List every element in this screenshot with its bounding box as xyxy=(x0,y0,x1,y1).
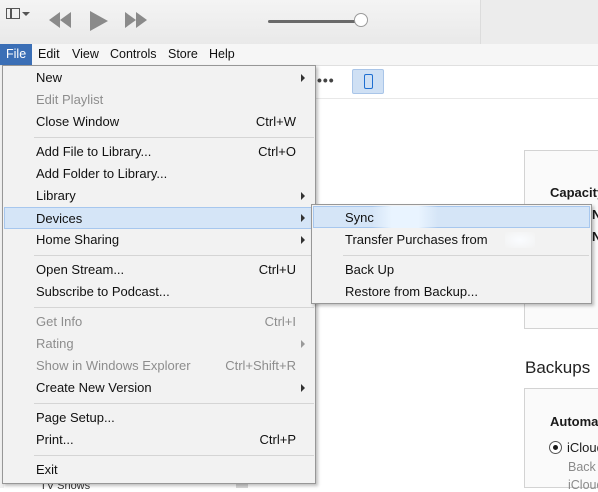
menu-separator xyxy=(34,403,314,404)
menu-item-label: Page Setup... xyxy=(36,410,115,425)
chevron-right-icon xyxy=(301,214,305,222)
chevron-down-icon[interactable] xyxy=(22,12,30,16)
menu-separator xyxy=(34,137,314,138)
shortcut-label: Ctrl+P xyxy=(259,432,296,447)
menu-item-exit[interactable]: Exit xyxy=(4,459,314,481)
menu-item-label: Add Folder to Library... xyxy=(36,166,168,181)
menu-item-label: Back Up xyxy=(345,262,395,277)
shortcut-label: Ctrl+W xyxy=(255,114,296,129)
menu-item-close-window[interactable]: Close Window Ctrl+W xyxy=(4,111,314,133)
menu-item-label: Home Sharing xyxy=(36,232,120,247)
menu-item-label: Restore from Backup... xyxy=(345,284,478,299)
menu-view[interactable]: View xyxy=(66,44,105,65)
menu-item-new[interactable]: New xyxy=(4,67,314,89)
redacted-device-name xyxy=(505,232,535,248)
shortcut-label: Ctrl+U xyxy=(258,262,296,277)
menu-file[interactable]: File xyxy=(0,44,33,65)
menu-store[interactable]: Store xyxy=(162,44,204,65)
icloud-radio[interactable] xyxy=(549,441,562,454)
menu-bar: File Edit View Controls Store Help xyxy=(0,44,598,66)
menu-item-label: New xyxy=(36,70,63,85)
menu-item-rating: Rating xyxy=(4,333,314,355)
chevron-right-icon xyxy=(301,74,305,82)
menu-item-create-version[interactable]: Create New Version xyxy=(4,377,314,399)
divider xyxy=(315,98,598,99)
menu-item-add-folder[interactable]: Add Folder to Library... xyxy=(4,163,314,185)
menu-item-label: Add File to Library... xyxy=(36,144,152,159)
menu-item-label: Open Stream... xyxy=(36,262,125,277)
icloud-option-label: iCloud xyxy=(567,440,598,455)
backup-description: Back xyxy=(568,460,596,474)
volume-knob[interactable] xyxy=(354,13,368,27)
menu-item-transfer-purchases[interactable]: Transfer Purchases from xyxy=(313,229,590,251)
menu-item-label: Close Window xyxy=(36,114,120,129)
menu-item-add-file[interactable]: Add File to Library... Ctrl+O xyxy=(4,141,314,163)
menu-separator xyxy=(34,255,314,256)
menu-item-show-explorer: Show in Windows Explorer Ctrl+Shift+R xyxy=(4,355,314,377)
backups-heading: Backups xyxy=(525,358,591,377)
file-menu: New Edit Playlist Close Window Ctrl+W Ad… xyxy=(2,65,316,484)
shortcut-label: Ctrl+O xyxy=(258,144,296,159)
menu-item-devices[interactable]: Devices xyxy=(4,207,314,229)
menu-item-sync[interactable]: Sync xyxy=(313,206,590,228)
menu-item-label: Get Info xyxy=(36,314,83,329)
menu-item-page-setup[interactable]: Page Setup... xyxy=(4,407,314,429)
menu-separator xyxy=(34,307,314,308)
menu-item-edit-playlist: Edit Playlist xyxy=(4,89,314,111)
capacity-value: N xyxy=(592,229,598,244)
more-icon[interactable]: ••• xyxy=(317,72,335,88)
menu-item-get-info: Get Info Ctrl+I xyxy=(4,311,314,333)
capacity-value: N xyxy=(592,207,598,222)
auto-backup-label: Automa xyxy=(550,414,598,429)
menu-item-label: Rating xyxy=(36,336,74,351)
player-toolbar xyxy=(0,0,598,45)
chevron-right-icon xyxy=(301,236,305,244)
play-icon[interactable] xyxy=(88,10,110,32)
menu-item-restore-backup[interactable]: Restore from Backup... xyxy=(313,281,590,303)
menu-item-label: Show in Windows Explorer xyxy=(36,358,191,373)
menu-item-label: Subscribe to Podcast... xyxy=(36,284,170,299)
shortcut-label: Ctrl+Shift+R xyxy=(225,358,296,373)
chevron-right-icon xyxy=(301,340,305,348)
device-button[interactable] xyxy=(352,69,384,94)
menu-item-back-up[interactable]: Back Up xyxy=(313,259,590,281)
menu-item-label: Sync xyxy=(345,210,374,225)
menu-item-print[interactable]: Print... Ctrl+P xyxy=(4,429,314,451)
devices-submenu: Sync Transfer Purchases from Back Up Res… xyxy=(311,204,592,304)
next-icon[interactable] xyxy=(123,10,149,30)
chevron-right-icon xyxy=(301,384,305,392)
menu-item-label: Transfer Purchases from xyxy=(345,232,488,247)
iphone-icon xyxy=(364,74,373,89)
shortcut-label: Ctrl+I xyxy=(264,314,296,329)
redacted-device-name xyxy=(372,206,438,228)
previous-icon[interactable] xyxy=(47,10,73,30)
capacity-label: Capacity xyxy=(550,185,598,200)
menu-item-label: Create New Version xyxy=(36,380,152,395)
window-menu-icon[interactable] xyxy=(6,8,20,19)
menu-item-subscribe-podcast[interactable]: Subscribe to Podcast... xyxy=(4,281,314,303)
backup-description: iCloud xyxy=(568,478,598,492)
menu-separator xyxy=(343,255,589,256)
menu-item-library[interactable]: Library xyxy=(4,185,314,207)
chevron-right-icon xyxy=(301,192,305,200)
menu-edit[interactable]: Edit xyxy=(32,44,66,65)
menu-item-home-sharing[interactable]: Home Sharing xyxy=(4,229,314,251)
menu-item-label: Exit xyxy=(36,462,58,477)
status-display xyxy=(480,0,598,44)
menu-item-label: Devices xyxy=(36,211,83,226)
menu-item-label: Library xyxy=(36,188,76,203)
menu-item-label: Edit Playlist xyxy=(36,92,104,107)
menu-item-label: Print... xyxy=(36,432,74,447)
menu-help[interactable]: Help xyxy=(203,44,241,65)
menu-controls[interactable]: Controls xyxy=(104,44,163,65)
volume-slider[interactable] xyxy=(268,20,362,23)
menu-separator xyxy=(34,455,314,456)
menu-item-open-stream[interactable]: Open Stream... Ctrl+U xyxy=(4,259,314,281)
